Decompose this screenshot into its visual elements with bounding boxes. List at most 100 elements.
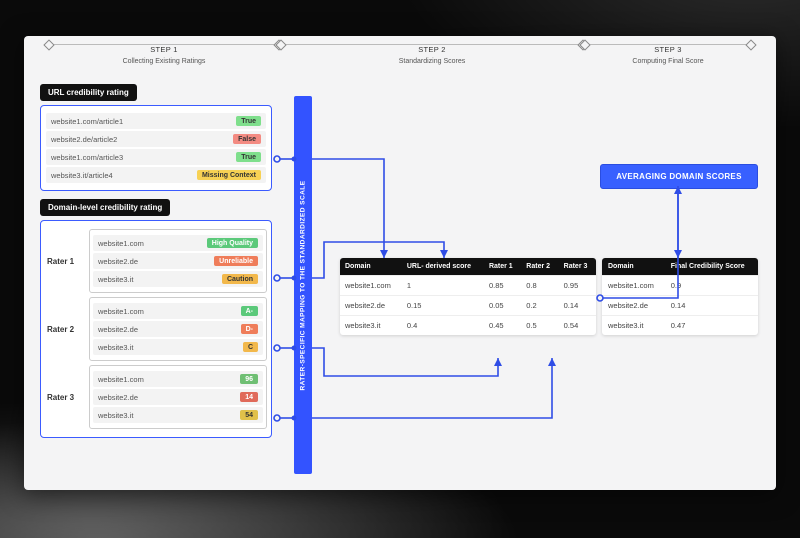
- rater-label: Rater 2: [45, 297, 83, 361]
- rating-badge: 96: [240, 374, 258, 384]
- url-credibility-panel: website1.com/article1 True website2.de/ar…: [40, 105, 272, 191]
- cell: website3.it: [602, 316, 665, 336]
- domain-panel-title: Domain-level credibility rating: [40, 199, 170, 216]
- standardized-scores-table: DomainURL- derived scoreRater 1Rater 2Ra…: [340, 258, 596, 335]
- column-header: Rater 1: [484, 258, 521, 276]
- credibility-badge: True: [236, 152, 261, 162]
- rater-rows: website1.com 96 website2.de 14 website3.it…: [89, 365, 267, 429]
- cell: website3.it: [340, 316, 402, 336]
- domain-text: website1.com: [98, 375, 144, 384]
- step1-title: STEP 1: [150, 45, 178, 54]
- domain-row: website3.it C: [93, 339, 263, 355]
- left-column: URL credibility rating website1.com/arti…: [40, 84, 272, 438]
- rating-badge: 14: [240, 392, 258, 402]
- rating-badge: Unreliable: [214, 256, 258, 266]
- domain-text: website2.de: [98, 257, 138, 266]
- cell: website1.com: [340, 276, 402, 296]
- domain-text: website3.it: [98, 275, 133, 284]
- domain-row: website2.de 14: [93, 389, 263, 405]
- url-panel-title: URL credibility rating: [40, 84, 137, 101]
- cell: 0.5: [521, 316, 558, 336]
- cell: website2.de: [340, 296, 402, 316]
- column-header: Rater 3: [559, 258, 596, 276]
- cell: website2.de: [602, 296, 665, 316]
- url-row: website2.de/article2 False: [46, 131, 266, 147]
- averaging-box: AVERAGING DOMAIN SCORES: [600, 164, 758, 189]
- cell: 0.15: [402, 296, 484, 316]
- domain-row: website1.com High Quality: [93, 235, 263, 251]
- averaging-label: AVERAGING DOMAIN SCORES: [616, 172, 741, 181]
- rating-badge: A-: [241, 306, 258, 316]
- rater-block: Rater 1 website1.com High Quality website2…: [45, 229, 267, 293]
- rating-badge: 54: [240, 410, 258, 420]
- cell: 0.54: [559, 316, 596, 336]
- table-row: website2.de0.14: [602, 296, 758, 316]
- rating-badge: C: [243, 342, 258, 352]
- cell: 0.95: [559, 276, 596, 296]
- rater-label: Rater 1: [45, 229, 83, 293]
- rater-label: Rater 3: [45, 365, 83, 429]
- column-header: Domain: [602, 258, 665, 276]
- step1-caption: Collecting Existing Ratings: [123, 58, 206, 65]
- step3-title: STEP 3: [654, 45, 682, 54]
- domain-row: website2.de Unreliable: [93, 253, 263, 269]
- step2-caption: Standardizing Scores: [399, 58, 466, 65]
- rater-block: Rater 2website1.com A-website2.de D-webs…: [45, 297, 267, 361]
- url-row: website3.it/article4 Missing Context: [46, 167, 266, 183]
- cell: 0.14: [559, 296, 596, 316]
- cell: 0.47: [665, 316, 758, 336]
- rating-badge: D-: [241, 324, 258, 334]
- final-score-table: DomainFinal Credibility Scorewebsite1.co…: [602, 258, 758, 335]
- cell: 0.9: [665, 276, 758, 296]
- cell: 0.4: [402, 316, 484, 336]
- table-row: website3.it0.47: [602, 316, 758, 336]
- domain-row: website3.it 54: [93, 407, 263, 423]
- diagram-canvas: STEP 1 Collecting Existing Ratings STEP …: [24, 36, 776, 490]
- domain-text: website1.com: [98, 307, 144, 316]
- domain-text: website2.de: [98, 393, 138, 402]
- domain-text: website3.it: [98, 411, 133, 420]
- domain-row: website1.com 96: [93, 371, 263, 387]
- table-row: website1.com0.9: [602, 276, 758, 296]
- credibility-badge: Missing Context: [197, 170, 261, 180]
- domain-row: website1.com A-: [93, 303, 263, 319]
- url-text: website1.com/article3: [51, 153, 123, 162]
- rating-badge: Caution: [222, 274, 258, 284]
- domain-row: website3.it Caution: [93, 271, 263, 287]
- url-text: website2.de/article2: [51, 135, 117, 144]
- domain-credibility-panel: Rater 1 website1.com High Quality website2…: [40, 220, 272, 438]
- steps-header: STEP 1 Collecting Existing Ratings STEP …: [24, 36, 776, 65]
- column-header: Rater 2: [521, 258, 558, 276]
- url-text: website3.it/article4: [51, 171, 113, 180]
- cell: 0.8: [521, 276, 558, 296]
- domain-text: website1.com: [98, 239, 144, 248]
- url-row: website1.com/article1 True: [46, 113, 266, 129]
- url-row: website1.com/article3 True: [46, 149, 266, 165]
- rater-rows: website1.com A-website2.de D-website3.it…: [89, 297, 267, 361]
- step3-caption: Computing Final Score: [632, 58, 703, 65]
- credibility-badge: False: [233, 134, 261, 144]
- domain-text: website3.it: [98, 343, 133, 352]
- column-header: Final Credibility Score: [665, 258, 758, 276]
- cell: 0.05: [484, 296, 521, 316]
- mapping-bar-label: RATER-SPECIFIC MAPPING TO THE STANDARDIZ…: [300, 180, 307, 390]
- cell: 0.85: [484, 276, 521, 296]
- table-row: website1.com10.850.80.95: [340, 276, 596, 296]
- url-text: website1.com/article1: [51, 117, 123, 126]
- cell: 0.14: [665, 296, 758, 316]
- mapping-bar: RATER-SPECIFIC MAPPING TO THE STANDARDIZ…: [294, 96, 312, 474]
- domain-row: website2.de D-: [93, 321, 263, 337]
- cell: 0.2: [521, 296, 558, 316]
- step2-title: STEP 2: [418, 45, 446, 54]
- table-row: website2.de0.150.050.20.14: [340, 296, 596, 316]
- rating-badge: High Quality: [207, 238, 258, 248]
- cell: 0.45: [484, 316, 521, 336]
- table-row: website3.it0.40.450.50.54: [340, 316, 596, 336]
- column-header: Domain: [340, 258, 402, 276]
- cell: website1.com: [602, 276, 665, 296]
- column-header: URL- derived score: [402, 258, 484, 276]
- rater-block: Rater 3website1.com 96website2.de 14webs…: [45, 365, 267, 429]
- cell: 1: [402, 276, 484, 296]
- rater-rows: website1.com High Quality website2.de Unr…: [89, 229, 267, 293]
- domain-text: website2.de: [98, 325, 138, 334]
